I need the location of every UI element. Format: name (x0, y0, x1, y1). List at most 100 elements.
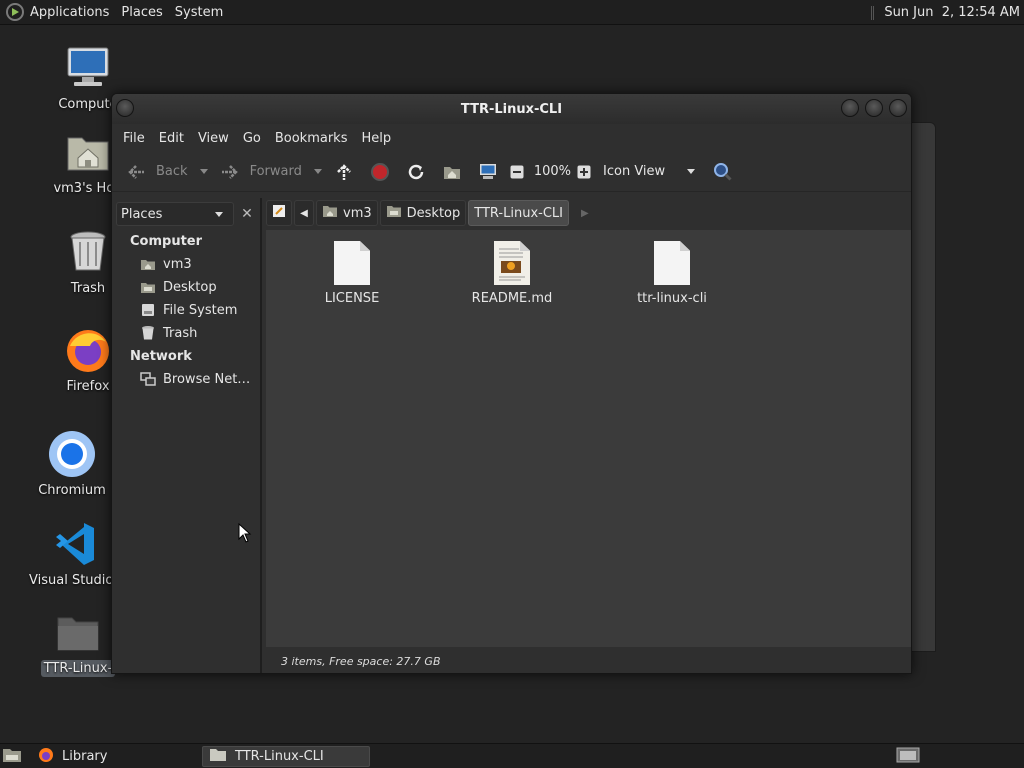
breadcrumb-item-current[interactable]: TTR-Linux-CLI (468, 200, 569, 226)
reload-icon (406, 162, 426, 182)
menu-go[interactable]: Go (236, 131, 268, 146)
sidebar-heading-computer: Computer (130, 234, 203, 249)
show-desktop-button[interactable] (0, 746, 26, 767)
file-item-ttr-linux-cli[interactable]: ttr-linux-cli (617, 241, 727, 306)
zoom-in-button[interactable] (575, 157, 597, 187)
system-menu[interactable]: System (169, 0, 229, 25)
back-history-dropdown[interactable] (199, 169, 208, 174)
computer-button[interactable] (472, 157, 508, 187)
breadcrumb-item-vm3[interactable]: vm3 (316, 200, 378, 226)
window-title: TTR-Linux-CLI (460, 101, 563, 117)
workspace-switcher[interactable] (893, 746, 923, 767)
search-button[interactable] (707, 157, 743, 187)
task-library[interactable]: Library (32, 746, 196, 767)
breadcrumb-label: vm3 (343, 205, 372, 221)
breadcrumb-scroll-left[interactable]: ◀ (294, 200, 314, 226)
applications-menu[interactable]: Applications (0, 0, 115, 25)
close-icon: ✕ (241, 206, 253, 222)
trash-icon (64, 228, 112, 276)
zoom-in-icon (577, 165, 591, 179)
zoom-out-button[interactable] (508, 157, 530, 187)
panel-separator (871, 5, 875, 20)
sidebar-item-vm3[interactable]: vm3 (140, 256, 192, 272)
sidebar-type-label: Places (121, 206, 163, 222)
window-titlebar[interactable]: TTR-Linux-CLI (112, 94, 911, 124)
view-mode-select[interactable]: Icon View (597, 157, 707, 187)
home-icon (140, 256, 156, 272)
back-button[interactable]: Back (120, 157, 194, 187)
reload-button[interactable] (400, 157, 436, 187)
menu-bookmarks[interactable]: Bookmarks (268, 131, 355, 146)
file-name: README.md (471, 291, 553, 306)
firefox-icon (38, 747, 54, 767)
desktop-icon (140, 279, 156, 295)
sidebar-item-label: Trash (163, 325, 198, 341)
up-button[interactable] (328, 157, 364, 187)
file-icon-view[interactable]: LICENSE README.md ttr-linux-cli (266, 230, 911, 647)
home-button[interactable] (436, 157, 472, 187)
zoom-out-icon (510, 165, 524, 179)
clock[interactable]: Sun Jun 2, 12:54 AM (871, 0, 1020, 25)
search-icon (713, 162, 733, 182)
edit-icon (272, 204, 286, 222)
breadcrumb-label: Desktop (406, 205, 461, 221)
top-panel: Applications Places System Sun Jun 2, 12… (0, 0, 1024, 25)
file-item-readme[interactable]: README.md (457, 241, 567, 306)
view-mode-label: Icon View (603, 164, 666, 179)
chevron-down-icon (215, 211, 223, 217)
desktop-icon-label: Chromium (38, 483, 106, 498)
menubar: File Edit View Go Bookmarks Help (112, 124, 911, 152)
system-menu-label: System (174, 4, 224, 20)
menu-help[interactable]: Help (354, 131, 398, 146)
home-folder-icon (442, 162, 462, 182)
desktop-icon-chromium[interactable]: Chromium (24, 430, 120, 499)
sidebar-item-browse-network[interactable]: Browse Net… (140, 371, 250, 387)
vscode-icon (50, 520, 98, 568)
sidebar-item-trash[interactable]: Trash (140, 325, 197, 341)
breadcrumb: ◀ vm3 Desktop TTR-Linux-CLI ▶ (266, 198, 589, 228)
status-text: 3 items, Free space: 27.7 GB (281, 654, 441, 668)
chevron-down-icon (687, 169, 696, 174)
desktop-icon-label: Firefox (66, 379, 110, 394)
stop-button[interactable] (364, 157, 400, 187)
menu-file[interactable]: File (116, 131, 152, 146)
folder-icon (54, 608, 102, 656)
sidebar-item-file-system[interactable]: File System (140, 302, 237, 318)
minimize-button[interactable] (841, 99, 859, 117)
breadcrumb-scroll-right[interactable]: ▶ (581, 208, 589, 219)
task-ttr-linux-cli[interactable]: TTR-Linux-CLI (202, 746, 370, 767)
computer-icon (64, 44, 112, 92)
desktop-icon-vscode[interactable]: Visual Studio Co (26, 520, 135, 589)
menu-edit[interactable]: Edit (152, 131, 191, 146)
sidebar-type-select[interactable]: Places (116, 202, 234, 226)
forward-label: Forward (249, 164, 302, 179)
sidebar-item-desktop[interactable]: Desktop (140, 279, 217, 295)
workspace-icon (896, 747, 920, 767)
toggle-location-entry-button[interactable] (266, 200, 292, 226)
markdown-file-icon (494, 241, 530, 285)
task-label: Library (62, 749, 108, 764)
sidebar: Places ✕ Computer vm3 Desktop File Syste… (112, 198, 262, 673)
file-item-license[interactable]: LICENSE (297, 241, 407, 306)
window-menu-button[interactable] (116, 99, 134, 117)
places-menu[interactable]: Places (115, 0, 168, 25)
desktop-icon (386, 204, 402, 222)
back-arrow-icon (126, 162, 146, 182)
sidebar-item-label: vm3 (163, 256, 192, 272)
chromium-icon (48, 430, 96, 478)
applications-menu-label: Applications (30, 4, 110, 20)
close-button[interactable] (889, 99, 907, 117)
sidebar-item-label: Browse Net… (163, 371, 251, 387)
clock-label: Sun Jun 2, 12:54 AM (884, 5, 1020, 20)
maximize-button[interactable] (865, 99, 883, 117)
menu-view[interactable]: View (191, 131, 236, 146)
bottom-panel: Library TTR-Linux-CLI (0, 743, 1024, 768)
places-menu-label: Places (121, 4, 163, 20)
home-icon (322, 204, 338, 222)
forward-history-dropdown[interactable] (313, 169, 322, 174)
breadcrumb-item-desktop[interactable]: Desktop (379, 200, 467, 226)
forward-button[interactable]: Forward (214, 157, 308, 187)
close-sidebar-button[interactable]: ✕ (236, 202, 258, 226)
firefox-icon (64, 326, 112, 374)
breadcrumb-label: TTR-Linux-CLI (474, 205, 563, 221)
